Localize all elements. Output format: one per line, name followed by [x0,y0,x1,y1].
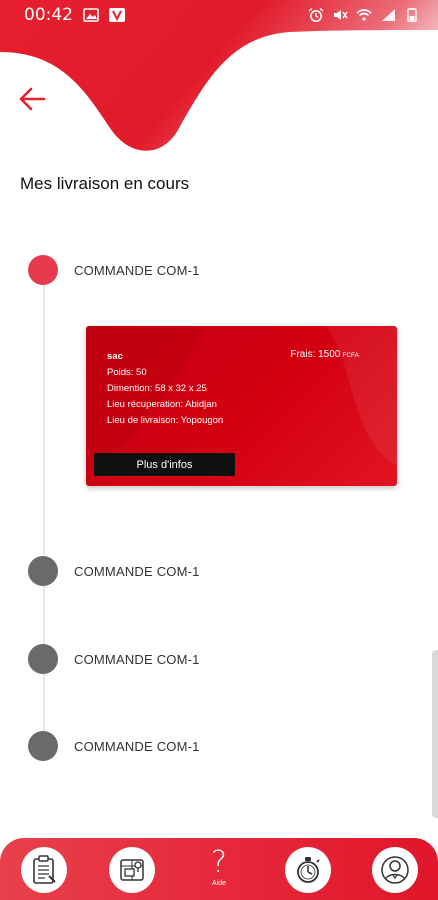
order-status-dot [28,644,58,674]
order-item[interactable]: COMMANDE COM-1 [28,556,200,586]
order-label: COMMANDE COM-1 [74,738,200,754]
order-label: COMMANDE COM-1 [74,262,200,278]
delivery-fee: Frais: 1500 FCFA [290,349,359,360]
timeline-line [43,586,45,644]
order-status-dot-active [28,255,58,285]
delivery-map-icon [120,859,144,881]
order-detail-lines: sac Poids: 50 Dimention: 58 x 32 x 25 Li… [107,349,223,429]
pickup-location: Lieu récuperation: Abidjan [107,399,217,410]
wifi-icon [356,9,372,21]
order-label: COMMANDE COM-1 [74,563,200,579]
clipboard-icon [33,855,56,884]
signal-icon [382,9,395,21]
stopwatch-icon [297,857,320,883]
timeline-line [43,674,45,732]
app-notification-icon [109,8,125,22]
gallery-icon [83,8,99,22]
profile-icon [381,856,409,884]
battery-icon [407,8,417,22]
back-arrow-button[interactable] [16,84,50,114]
fee-currency: FCFA [342,352,359,359]
status-bar: 00:42 [0,0,438,30]
timeline-line [43,285,45,555]
bottom-navigation: ? Aide [0,838,438,900]
order-status-dot [28,556,58,586]
help-label: Aide [211,880,226,887]
item-weight: Poids: 50 [107,367,147,378]
fee-amount: Frais: 1500 [290,349,341,360]
item-name: sac [107,351,123,362]
nav-help-button[interactable]: ? Aide [197,846,241,896]
help-icon: ? [211,845,227,880]
order-item[interactable]: COMMANDE COM-1 [28,644,200,674]
order-detail-card: sac Poids: 50 Dimention: 58 x 32 x 25 Li… [86,326,397,486]
mute-icon [334,10,348,20]
side-panel-handle[interactable] [432,650,438,818]
page-title: Mes livraison en cours [20,174,190,193]
order-status-dot [28,731,58,761]
order-item[interactable]: COMMANDE COM-1 [28,731,200,761]
nav-orders-button[interactable] [21,847,67,893]
item-dimension: Dimention: 58 x 32 x 25 [107,383,207,394]
nav-delivery-button[interactable] [109,847,155,893]
delivery-location: Lieu de livraison: Yopougon [107,415,224,426]
order-item[interactable]: COMMANDE COM-1 [28,255,200,285]
nav-profile-button[interactable] [372,847,418,893]
alarm-icon [308,8,324,22]
status-time: 00:42 [24,5,73,25]
more-info-button[interactable]: Plus d'infos [94,453,235,476]
nav-history-button[interactable] [285,847,331,893]
order-label: COMMANDE COM-1 [74,651,200,667]
